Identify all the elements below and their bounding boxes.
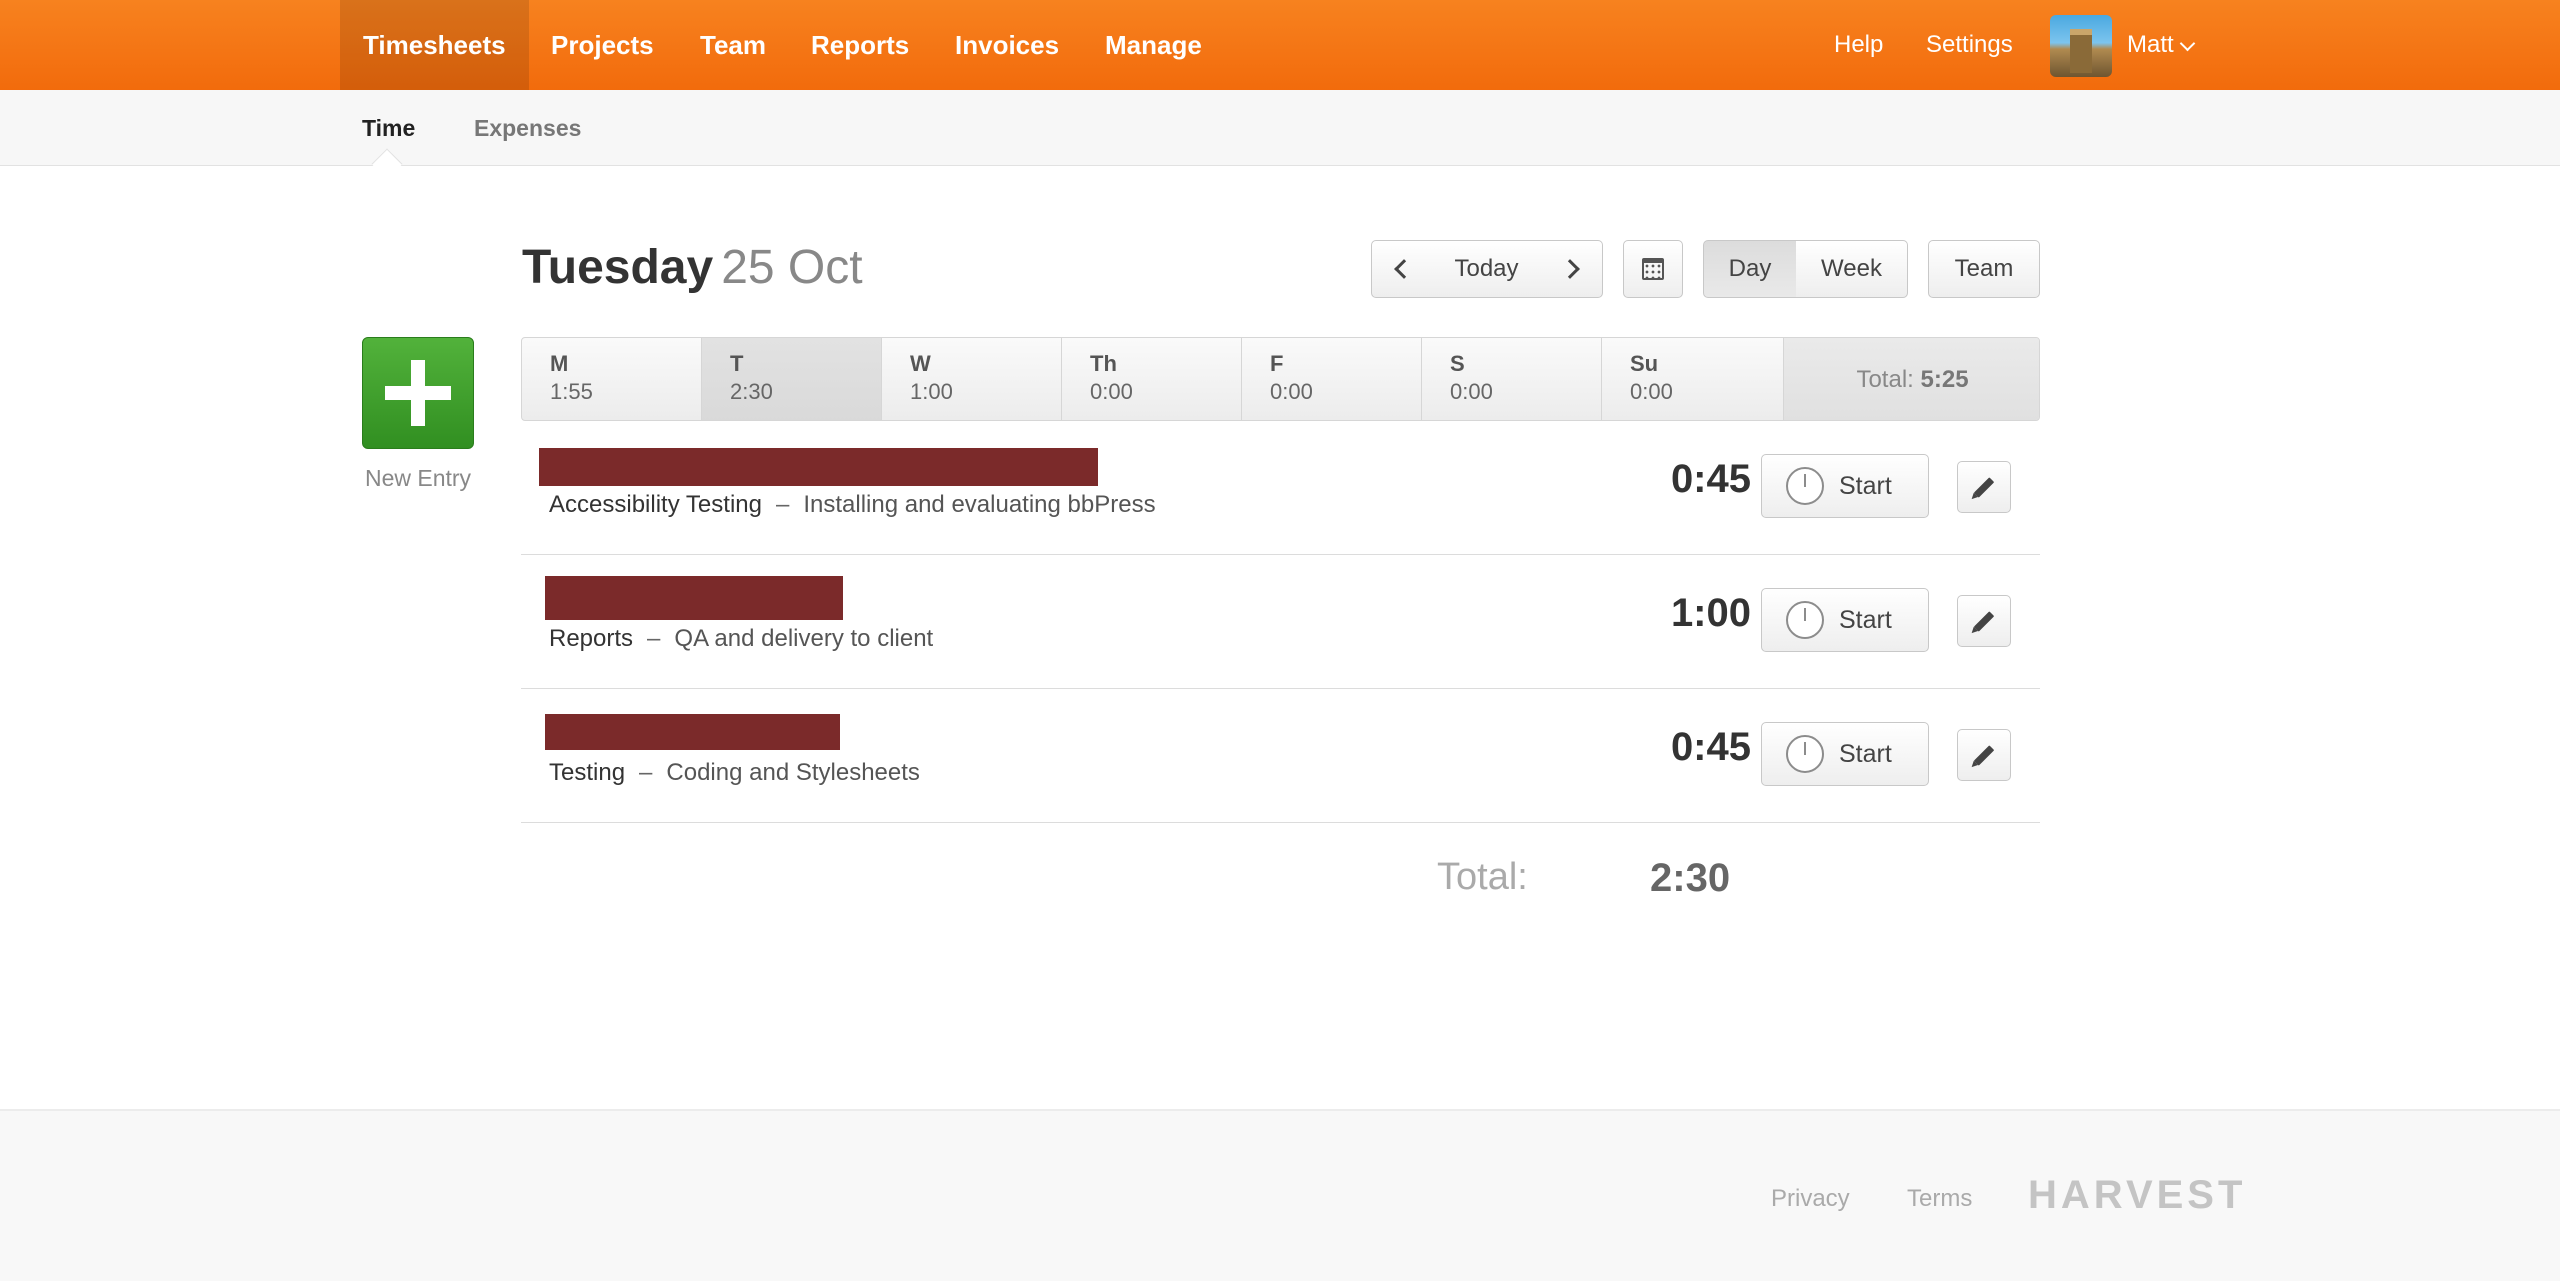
edit-entry-button[interactable] (1957, 461, 2011, 513)
entry-note: Coding and Stylesheets (666, 759, 920, 786)
entry-duration: 0:45 (1670, 457, 1751, 501)
nav-team[interactable]: Team (677, 0, 789, 90)
day-cell-tuesday[interactable]: T 2:30 (702, 338, 882, 420)
nav-projects[interactable]: Projects (528, 0, 677, 90)
entry-description: Accessibility Testing – Installing and eva… (549, 491, 1156, 519)
start-timer-button[interactable]: Start (1761, 722, 1929, 786)
start-label: Start (1839, 739, 1892, 768)
redacted-project-name (539, 448, 1098, 486)
start-label: Start (1839, 471, 1892, 500)
today-button[interactable]: Today (1429, 240, 1545, 298)
entry-duration: 0:45 (1670, 725, 1751, 769)
nav-timesheets[interactable]: Timesheets (340, 0, 529, 90)
start-timer-button[interactable]: Start (1761, 454, 1929, 518)
calendar-button[interactable] (1623, 240, 1683, 298)
week-total-label: Total: (1856, 366, 1914, 393)
entry-note: QA and delivery to client (674, 625, 934, 652)
time-entry-row: Accessibility Testing – Installing and eva… (521, 421, 2040, 555)
new-entry-label: New Entry (364, 465, 472, 491)
team-view-button[interactable]: Team (1928, 240, 2040, 298)
day-cell-saturday[interactable]: S 0:00 (1422, 338, 1602, 420)
harvest-logo[interactable]: HARVEST (2028, 1173, 2246, 1218)
footer: Privacy Terms HARVEST (0, 1109, 2560, 1281)
time-entry-row: Reports – QA and delivery to client 1:00 S… (521, 555, 2040, 689)
date-label: 25 Oct (721, 241, 863, 294)
entry-task: Testing (549, 759, 626, 786)
day-abbr: S (1450, 351, 1465, 376)
nav-invoices[interactable]: Invoices (932, 0, 1082, 90)
day-total-value: 2:30 (1650, 856, 1731, 900)
plus-icon-stem (411, 360, 425, 426)
day-hours: 0:00 (1270, 379, 1313, 404)
entry-note: Installing and evaluating bbPress (803, 491, 1156, 518)
nav-manage[interactable]: Manage (1082, 0, 1225, 90)
week-total-value: 5:25 (1920, 366, 1969, 393)
entry-separator: – (647, 625, 661, 652)
day-abbr: T (730, 351, 744, 376)
chevron-down-icon[interactable] (2179, 35, 2196, 52)
day-cell-sunday[interactable]: Su 0:00 (1602, 338, 1784, 420)
entry-task: Accessibility Testing (549, 491, 762, 518)
entry-separator: – (639, 759, 653, 786)
start-timer-button[interactable]: Start (1761, 588, 1929, 652)
time-entry-row: Testing – Coding and Stylesheets 0:45 Star… (521, 689, 2040, 823)
day-hours: 2:30 (730, 379, 773, 404)
start-label: Start (1839, 605, 1892, 634)
day-abbr: Su (1630, 351, 1659, 376)
next-day-button[interactable] (1544, 240, 1603, 298)
page-title: Tuesday 25 Oct (522, 240, 863, 295)
edit-entry-button[interactable] (1957, 729, 2011, 781)
day-hours: 0:00 (1450, 379, 1493, 404)
entry-task: Reports (549, 625, 634, 652)
day-cell-friday[interactable]: F 0:00 (1242, 338, 1422, 420)
clock-icon (1786, 601, 1824, 639)
settings-link[interactable]: Settings (1926, 0, 2013, 90)
terms-link[interactable]: Terms (1907, 1185, 1972, 1213)
pencil-icon (1973, 744, 1995, 766)
chevron-left-icon (1393, 259, 1414, 279)
day-cell-wednesday[interactable]: W 1:00 (882, 338, 1062, 420)
redacted-project-name (545, 576, 843, 620)
weekday-label: Tuesday (522, 241, 714, 294)
user-menu-name[interactable]: Matt (2127, 0, 2174, 90)
entry-separator: – (775, 491, 790, 518)
prev-day-button[interactable] (1371, 240, 1430, 298)
day-abbr: F (1270, 351, 1284, 376)
calendar-icon (1642, 258, 1664, 280)
day-view-button[interactable]: Day (1703, 240, 1797, 298)
week-strip: M 1:55 T 2:30 W 1:00 Th 0:00 F 0:00 S 0:… (521, 337, 2040, 421)
day-abbr: W (910, 351, 931, 376)
pencil-icon (1973, 610, 1995, 632)
redacted-project-name (545, 714, 840, 750)
day-hours: 0:00 (1630, 379, 1673, 404)
clock-icon (1786, 735, 1824, 773)
entry-duration: 1:00 (1670, 591, 1751, 635)
day-hours: 0:00 (1090, 379, 1133, 404)
chevron-right-icon (1560, 259, 1580, 279)
day-hours: 1:55 (550, 379, 593, 404)
privacy-link[interactable]: Privacy (1771, 1185, 1850, 1213)
help-link[interactable]: Help (1834, 0, 1883, 90)
day-total-label: Total: (1437, 856, 1528, 898)
day-cell-thursday[interactable]: Th 0:00 (1062, 338, 1242, 420)
pencil-icon (1973, 476, 1995, 498)
edit-entry-button[interactable] (1957, 595, 2011, 647)
day-cell-monday[interactable]: M 1:55 (522, 338, 702, 420)
week-view-button[interactable]: Week (1796, 240, 1908, 298)
entry-description: Testing – Coding and Stylesheets (549, 759, 920, 787)
top-nav: Timesheets Projects Team Reports Invoice… (0, 0, 2560, 90)
day-hours: 1:00 (910, 379, 953, 404)
new-entry-button[interactable] (362, 337, 474, 449)
nav-reports[interactable]: Reports (788, 0, 932, 90)
day-abbr: M (550, 351, 569, 376)
tab-expenses[interactable]: Expenses (474, 90, 581, 166)
day-abbr: Th (1090, 351, 1117, 376)
clock-icon (1786, 467, 1824, 505)
entry-description: Reports – QA and delivery to client (549, 625, 933, 653)
user-avatar[interactable] (2050, 15, 2112, 77)
week-total: Total: 5:25 (1784, 338, 2039, 420)
